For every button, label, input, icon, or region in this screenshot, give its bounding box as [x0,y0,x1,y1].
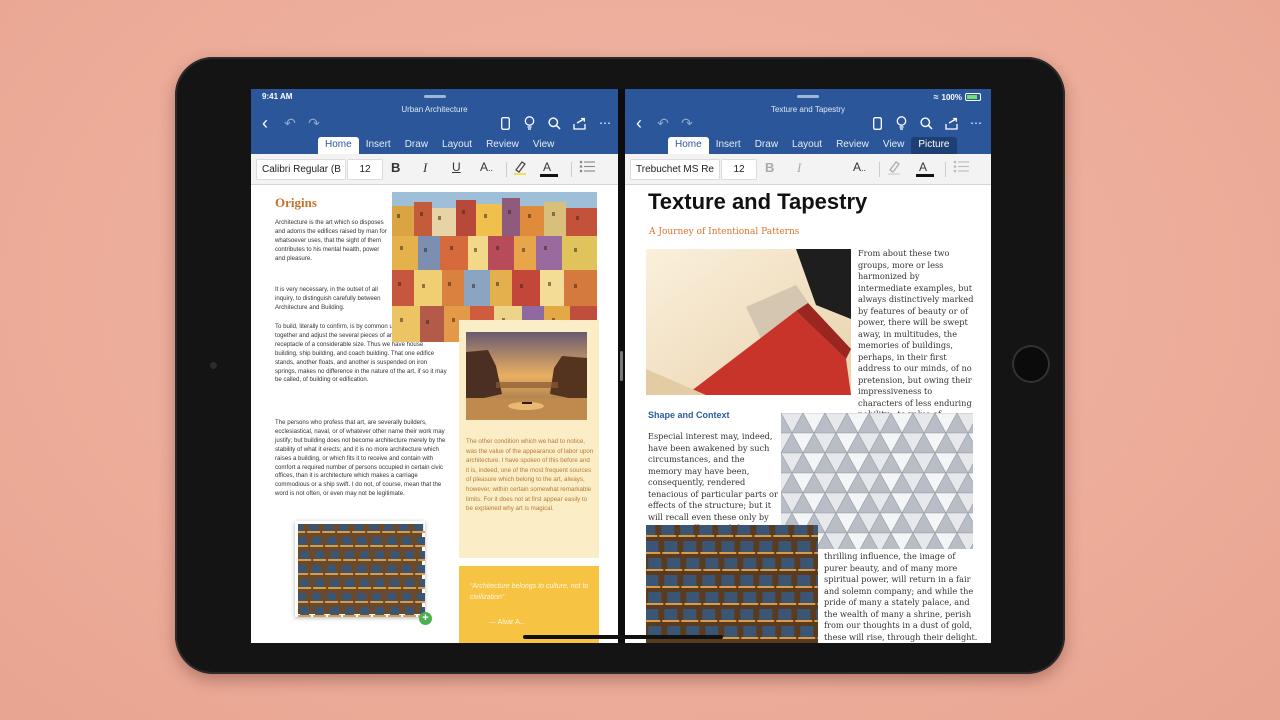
quote-box: “Architecture belongs to culture, not to… [459,566,599,643]
text-effects-label: A [853,160,862,174]
paragraph-1: Architecture is the art which so dispose… [275,219,387,262]
underline-button[interactable]: U [452,160,461,174]
home-ribbon: Trebuchet MS Re 12 B I A.. A [625,154,991,185]
split-view-divider[interactable] [618,89,625,643]
font-color-button[interactable]: A [540,160,558,177]
tab-home[interactable]: Home [668,137,709,154]
font-color-swatch [916,174,934,177]
left-header: 9:41 AM Urban Architecture ‹ ↶ ↷ ⋯ Home … [251,89,618,154]
device-icon[interactable] [869,115,885,131]
font-name-box[interactable]: Calibri Regular (B [256,159,346,180]
tab-draw[interactable]: Draw [398,137,435,154]
font-name-box[interactable]: Trebuchet MS Re [630,159,720,180]
bullets-icon[interactable] [579,160,595,173]
multitask-grabber[interactable] [423,95,446,98]
ribbon-divider [879,162,880,177]
paragraph-3: thrilling influence, the image of purer … [824,551,978,642]
front-camera [210,362,217,369]
lightbulb-icon[interactable] [893,115,909,131]
ribbon-divider [571,162,572,177]
text-effects-label: A [480,160,489,174]
ribbon-divider [945,162,946,177]
caption-text: The other condition which we had to noti… [466,438,594,513]
share-icon[interactable] [943,115,959,131]
dragged-building-image[interactable] [295,521,425,617]
tab-layout[interactable]: Layout [785,137,829,154]
share-icon[interactable] [571,115,587,131]
heading-origins: Origins [275,195,317,210]
building-windows-image[interactable] [646,525,818,643]
abstract-shapes-image[interactable] [646,249,851,395]
font-color-label: A [543,160,552,174]
paragraph-4: The persons who profess that art, are se… [275,419,446,498]
tab-view[interactable]: View [526,137,562,154]
multitask-grabber[interactable] [797,95,819,98]
search-icon[interactable] [918,115,934,131]
ribbon-tabs: Home Insert Draw Layout Review View Pict… [668,137,957,154]
ribbon-divider [506,162,507,177]
search-icon[interactable] [546,115,562,131]
tab-view[interactable]: View [876,137,912,154]
font-color-label: A [919,160,928,174]
tab-draw[interactable]: Draw [748,137,785,154]
highlight-icon[interactable] [887,160,901,175]
paragraph-2: It is very necessary, in the outset of a… [275,286,381,311]
home-button[interactable] [1012,345,1050,383]
font-color-swatch [540,174,558,177]
right-word-window: ≈ 100% Texture and Tapestry ‹ ↶ ↷ ⋯ Home… [625,89,991,643]
document-subtitle: A Journey of Intentional Patterns [649,227,800,237]
tab-home[interactable]: Home [318,137,359,154]
font-color-button[interactable]: A [916,160,934,177]
status-battery: ≈ 100% [934,92,981,102]
undo-icon[interactable]: ↶ [655,115,671,131]
add-icon: + [419,612,432,625]
document-title: Texture and Tapestry [770,105,846,114]
bullets-icon[interactable] [953,160,969,173]
ipad-screen: 9:41 AM Urban Architecture ‹ ↶ ↷ ⋯ Home … [251,89,991,643]
tab-picture[interactable]: Picture [911,137,957,154]
italic-button[interactable]: I [423,160,427,176]
lightbulb-icon[interactable] [521,115,537,131]
ribbon-tabs: Home Insert Draw Layout Review View [318,137,561,154]
quote-text: “Architecture belongs to culture, not to… [470,583,589,601]
italic-button[interactable]: I [797,160,801,176]
venice-sunset-image[interactable] [466,332,587,420]
divider-handle[interactable] [620,351,623,381]
text-effects-button[interactable]: A.. [480,160,493,174]
left-word-window: 9:41 AM Urban Architecture ‹ ↶ ↷ ⋯ Home … [251,89,618,643]
caption-sidebar: The other condition which we had to noti… [459,320,599,558]
battery-icon [965,93,981,101]
home-indicator[interactable] [523,635,723,639]
tab-insert[interactable]: Insert [709,137,748,154]
quote-author: — Alvar A... [489,619,526,626]
tab-review[interactable]: Review [829,137,876,154]
right-document-page[interactable]: Texture and Tapestry A Journey of Intent… [625,185,991,643]
tab-layout[interactable]: Layout [435,137,479,154]
battery-percent: 100% [941,92,962,102]
more-icon[interactable]: ⋯ [597,115,613,131]
text-effects-button[interactable]: A.. [853,160,866,174]
back-icon[interactable]: ‹ [631,113,647,133]
left-document-page[interactable]: Origins Architecture is the art which so… [251,185,618,643]
document-title: Urban Architecture [401,105,468,114]
tab-insert[interactable]: Insert [359,137,398,154]
font-size-box[interactable]: 12 [347,159,383,180]
back-icon[interactable]: ‹ [257,113,273,133]
redo-icon[interactable]: ↷ [679,115,695,131]
highlight-icon[interactable] [513,160,527,175]
home-ribbon: Calibri Regular (B 12 B I U A.. A [251,154,618,185]
more-icon[interactable]: ⋯ [968,115,984,131]
wifi-icon: ≈ [933,92,939,102]
status-time: 9:41 AM [262,92,293,101]
redo-icon[interactable]: ↷ [306,115,322,131]
font-size-box[interactable]: 12 [721,159,757,180]
tab-review[interactable]: Review [479,137,526,154]
bold-button[interactable]: B [391,160,400,175]
document-heading: Texture and Tapestry [648,189,868,214]
right-header: ≈ 100% Texture and Tapestry ‹ ↶ ↷ ⋯ Home… [625,89,991,154]
bold-button[interactable]: B [765,160,774,175]
undo-icon[interactable]: ↶ [282,115,298,131]
device-icon[interactable] [497,115,513,131]
section-heading: Shape and Context [648,410,730,420]
